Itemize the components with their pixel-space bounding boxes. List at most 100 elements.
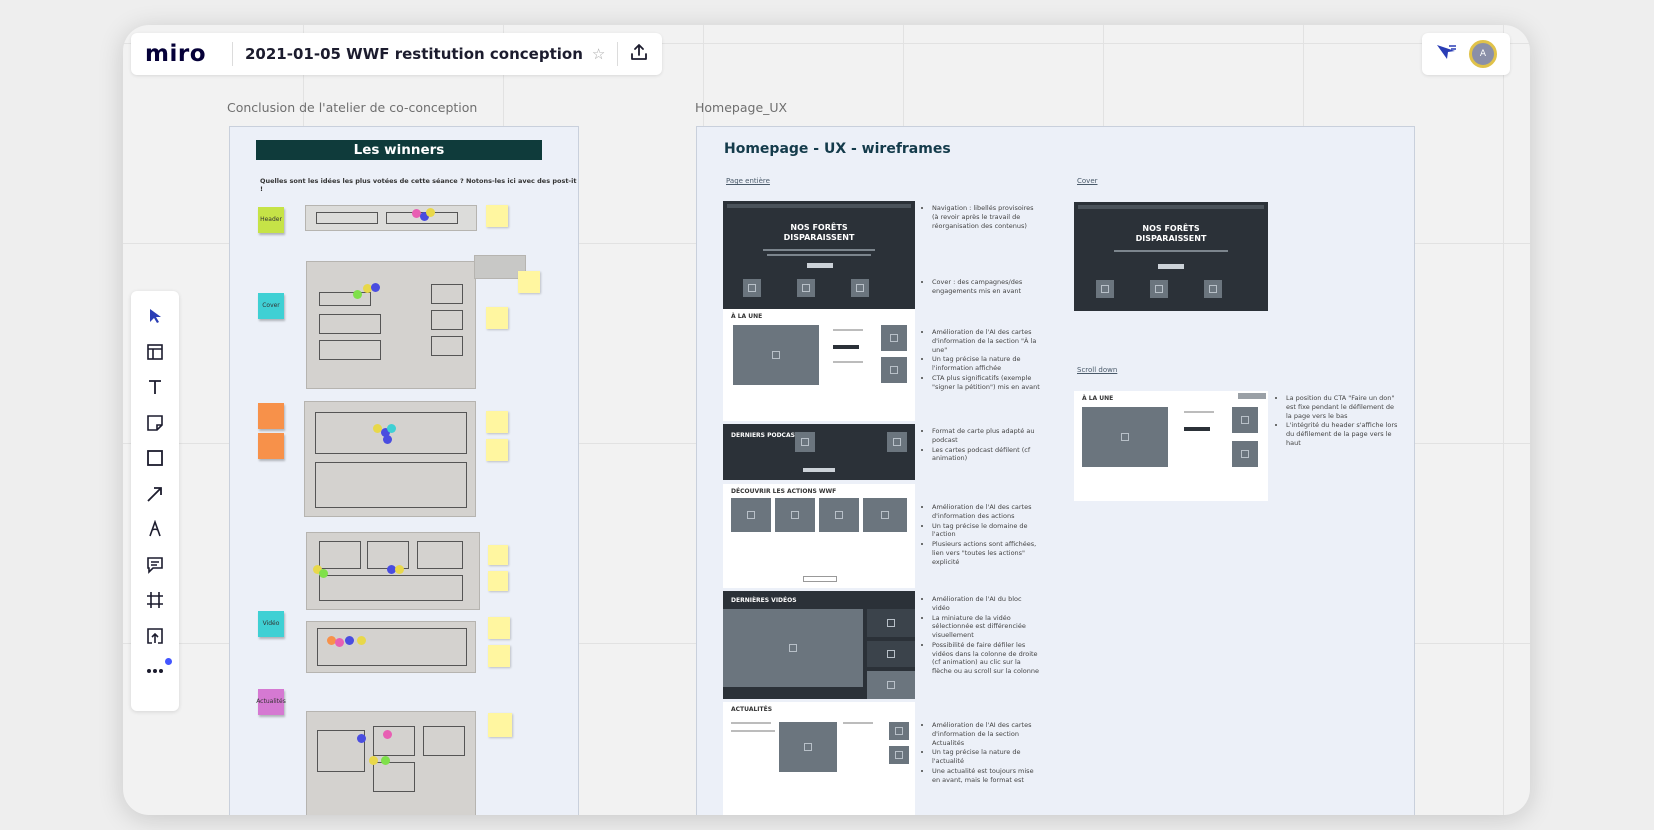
pen-icon — [149, 520, 161, 537]
more-tools[interactable] — [138, 654, 172, 688]
connection-line-tool[interactable] — [138, 477, 172, 511]
cta-button — [1184, 427, 1210, 431]
image-placeholder — [1096, 280, 1114, 298]
share-upload-icon[interactable] — [630, 43, 648, 65]
sticky-header[interactable]: Header — [258, 207, 284, 233]
board-title[interactable]: 2021-01-05 WWF restitution conception — [245, 45, 583, 63]
notification-dot — [165, 658, 172, 665]
upload-icon — [147, 627, 163, 644]
annotation-item: L'intégrité du header s'affiche lors du … — [1286, 421, 1398, 447]
vote-dot — [357, 636, 366, 645]
image-placeholder — [743, 279, 761, 297]
avatar[interactable]: A — [1469, 40, 1497, 68]
pen-tool[interactable] — [138, 512, 172, 546]
comment-note[interactable] — [486, 307, 508, 329]
wireframe-actions[interactable]: DÉCOUVRIR LES ACTIONS WWF — [723, 484, 915, 588]
sticky-label: Header — [260, 215, 282, 223]
comment-note[interactable] — [488, 571, 508, 591]
comment-note[interactable] — [488, 713, 512, 737]
annotation-item: Amélioration de l'AI des cartes d'inform… — [932, 328, 1040, 354]
image-placeholder — [889, 746, 909, 764]
sticky-note-tool[interactable] — [138, 406, 172, 440]
sketch-cover-photo[interactable] — [306, 261, 476, 389]
wireframe-videos[interactable]: DERNIÈRES VIDÉOS — [723, 591, 915, 699]
vote-dot — [426, 208, 435, 217]
text-tool[interactable] — [138, 370, 172, 404]
winners-question: Quelles sont les idées les plus votées d… — [260, 177, 577, 193]
sticky-orange[interactable] — [258, 403, 284, 429]
sticky-orange[interactable] — [258, 433, 284, 459]
board-canvas[interactable]: miro 2021-01-05 WWF restitution concepti… — [123, 25, 1530, 815]
sketch-section-photo[interactable] — [304, 401, 476, 517]
annotation-item: CTA plus significatifs (exemple "signer … — [932, 374, 1040, 392]
link-cover[interactable]: Cover — [1077, 177, 1098, 185]
shape-tool[interactable] — [138, 441, 172, 475]
image-placeholder — [881, 357, 907, 383]
annotation-videos: Amélioration de l'AI du bloc vidéo La mi… — [923, 595, 1040, 677]
wireframe-hero[interactable]: NOS FORÊTS DISPARAISSENT — [723, 201, 915, 309]
comment-note[interactable] — [488, 617, 510, 639]
wireframe-podcast[interactable]: DERNIERS PODCAST — [723, 424, 915, 480]
sticky-actualites[interactable]: Actualités — [256, 689, 286, 715]
sticky-label: Actualités — [256, 697, 286, 705]
frame-winners[interactable]: Les winners Quelles sont les idées les p… — [229, 126, 579, 815]
text-line — [767, 254, 871, 256]
comment-note[interactable] — [486, 439, 508, 461]
wireframe-scroll-down[interactable]: À LA UNE — [1074, 391, 1268, 501]
sticky-cover[interactable]: Cover — [258, 293, 284, 319]
divider — [232, 42, 233, 66]
annotation-item: La position du CTA "Faire un don" est fi… — [1286, 394, 1398, 420]
text-line — [763, 249, 875, 251]
comment-note[interactable] — [486, 205, 508, 227]
vote-dot — [369, 756, 378, 765]
sketch-actualites-photo[interactable] — [306, 711, 476, 815]
image-placeholder — [795, 432, 815, 452]
comment-note[interactable] — [488, 545, 508, 565]
vote-dot — [383, 435, 392, 444]
select-tool[interactable] — [138, 299, 172, 333]
frame-tool[interactable] — [138, 583, 172, 617]
vote-dot — [371, 283, 380, 292]
arrow-icon — [147, 486, 162, 502]
comment-note[interactable] — [486, 411, 508, 433]
upload-tool[interactable] — [138, 619, 172, 653]
section-title: À LA UNE — [1082, 395, 1114, 402]
image-placeholder — [867, 641, 915, 667]
vote-dot — [387, 424, 396, 433]
section-title: ACTUALITÉS — [731, 706, 773, 713]
sketch-line — [316, 212, 378, 224]
sketch-line — [373, 726, 415, 756]
winners-banner: Les winners — [256, 140, 542, 160]
comment-note[interactable] — [488, 645, 510, 667]
templates-tool[interactable] — [138, 335, 172, 369]
sketch-actions-photo[interactable] — [306, 532, 480, 610]
wireframe-cover[interactable]: NOS FORÊTS DISPARAISSENT — [1074, 202, 1268, 311]
comment-note[interactable] — [518, 271, 540, 293]
cursor-tracking-icon[interactable] — [1435, 43, 1457, 65]
star-icon[interactable]: ☆ — [592, 45, 605, 63]
sketch-header-photo[interactable] — [305, 205, 477, 231]
sketch-line — [431, 336, 463, 356]
sketch-line — [319, 340, 381, 360]
text-line — [833, 329, 863, 331]
sketch-line — [315, 412, 467, 454]
annotation-item: Format de carte plus adapté au podcast — [932, 427, 1040, 445]
wireframe-actualites[interactable]: ACTUALITÉS — [723, 702, 915, 815]
wireframe-une[interactable]: À LA UNE — [723, 309, 915, 421]
vote-dot — [357, 734, 366, 743]
link-scroll-down[interactable]: Scroll down — [1077, 366, 1117, 374]
comment-tool[interactable] — [138, 548, 172, 582]
sketch-video-photo[interactable] — [306, 621, 476, 673]
annotation-item: Possibilité de faire défiler les vidéos … — [932, 641, 1040, 676]
vote-dot — [381, 756, 390, 765]
frame-label-conclusion[interactable]: Conclusion de l'atelier de co-conception — [227, 100, 477, 115]
hero-cta — [1158, 264, 1184, 269]
sticky-video[interactable]: Vidéo — [258, 611, 284, 637]
link-page-entiere[interactable]: Page entière — [726, 177, 770, 185]
frame-homepage-ux[interactable]: Homepage - UX - wireframes Page entière … — [696, 126, 1415, 815]
frame-label-homepage[interactable]: Homepage_UX — [695, 100, 787, 115]
annotation-actualites: Amélioration de l'AI des cartes d'inform… — [923, 721, 1040, 785]
text-line — [843, 722, 873, 724]
section-title: DERNIERS PODCAST — [731, 432, 800, 439]
image-placeholder — [731, 498, 771, 532]
